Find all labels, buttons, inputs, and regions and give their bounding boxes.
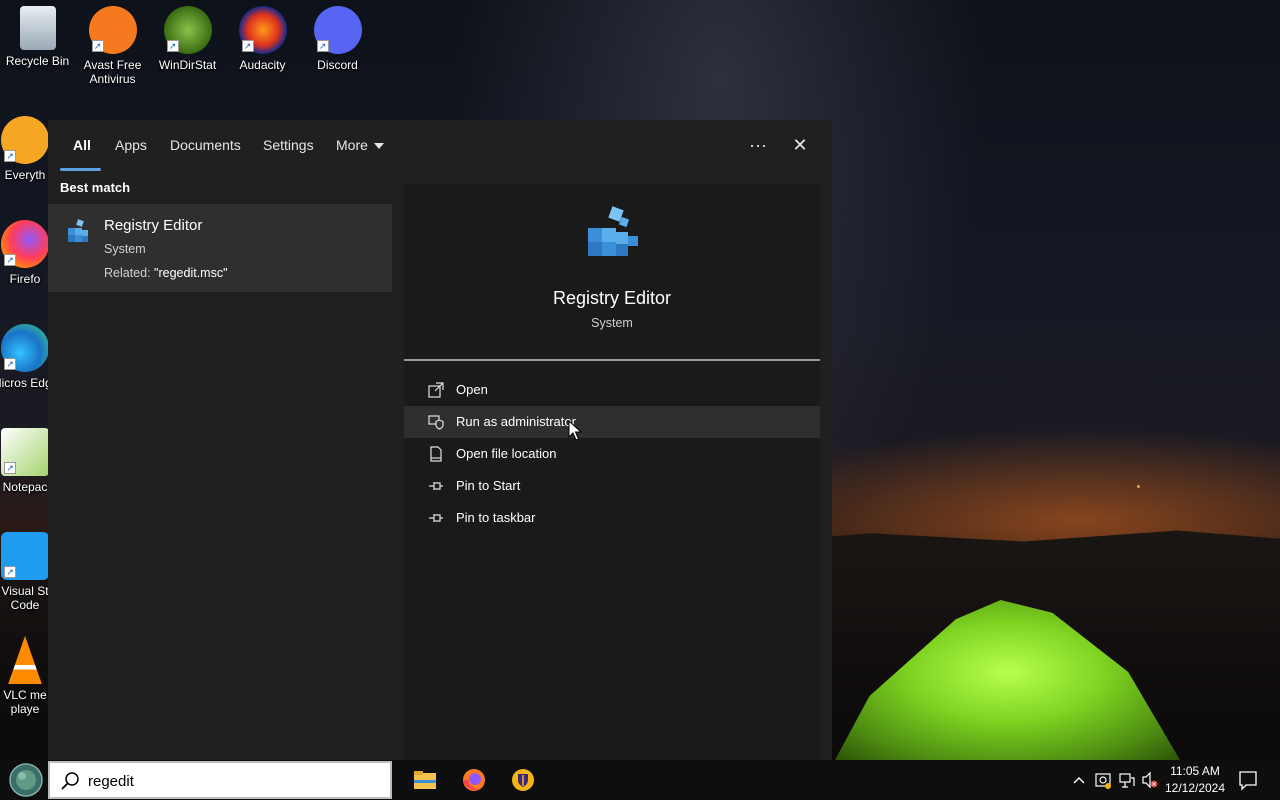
action-label: Open (456, 382, 488, 397)
bitwarden-icon[interactable] (509, 766, 537, 794)
audacity-icon: ↗ (238, 6, 287, 54)
taskbar-search-box[interactable] (48, 761, 392, 799)
desktop-icon-audacity[interactable]: ↗ Audacity (225, 0, 300, 72)
search-input[interactable] (88, 769, 378, 793)
tab-documents[interactable]: Documents (170, 137, 241, 157)
open-icon (428, 382, 444, 398)
desktop-icon-label: Audacity (239, 58, 286, 72)
chevron-up-icon[interactable] (1071, 760, 1087, 800)
network-icon[interactable] (1118, 760, 1136, 800)
everything-icon: ↗ (1, 116, 49, 164)
avast-icon: ↗ (88, 6, 137, 54)
best-match-heading: Best match (60, 180, 131, 195)
edge-icon: ↗ (1, 324, 49, 372)
desktop-icon-windirstat[interactable]: ↗ WinDirStat (150, 0, 225, 72)
tab-apps[interactable]: Apps (115, 137, 147, 157)
shield-icon (428, 415, 444, 430)
tab-more[interactable]: More (336, 137, 384, 157)
mouse-cursor-icon (568, 420, 582, 441)
desktop-icon-label: Firefo (9, 272, 41, 286)
action-label: Pin to taskbar (456, 510, 536, 525)
detail-app-type: System (591, 316, 633, 330)
best-match-item[interactable]: Registry Editor System Related: "regedit… (48, 204, 392, 292)
action-open[interactable]: Open (404, 374, 820, 406)
best-match-type: System (104, 242, 146, 256)
desktop-icon-discord[interactable]: ↗ Discord (300, 0, 375, 72)
firefox-icon[interactable] (460, 766, 488, 794)
start-button[interactable] (6, 762, 46, 798)
clock-date: 12/12/2024 (1164, 781, 1226, 795)
action-open-file-location[interactable]: Open file location (404, 438, 820, 470)
action-pin-to-start[interactable]: Pin to Start (404, 470, 820, 502)
discord-icon: ↗ (313, 6, 362, 54)
tab-all[interactable]: All (73, 137, 91, 157)
best-match-related: Related: "regedit.msc" (104, 266, 228, 280)
desktop-icon-label: VLC me playe (3, 688, 47, 716)
volume-muted-icon[interactable] (1141, 760, 1159, 800)
desktop-icon-label: Visual St Code (1, 584, 49, 612)
detail-app-name: Registry Editor (552, 288, 672, 308)
close-icon: ✕ (792, 135, 808, 155)
action-label: Run as administrator (456, 414, 576, 429)
ellipsis-icon: ··· (749, 135, 767, 155)
notepad-plus-icon: ↗ (1, 428, 49, 476)
desktop-icon-label: Discord (317, 58, 358, 72)
detail-divider (404, 359, 820, 361)
desktop-icon-label: Everyth (4, 168, 46, 182)
taskbar-clock[interactable]: 11:05 AM 12/12/2024 (1160, 763, 1230, 797)
related-prefix: Related: (104, 266, 155, 280)
tab-settings[interactable]: Settings (263, 137, 314, 157)
registry-editor-large-icon (588, 206, 638, 256)
best-match-name: Registry Editor (104, 217, 203, 234)
start-orb-icon (9, 763, 43, 797)
pin-icon (429, 482, 443, 490)
related-value: "regedit.msc" (154, 266, 228, 280)
vscode-icon: ↗ (1, 532, 49, 580)
action-pin-to-taskbar[interactable]: Pin to taskbar (404, 502, 820, 534)
vlc-icon (8, 636, 42, 684)
action-run-as-administrator[interactable]: Run as administrator (404, 406, 820, 438)
action-label: Pin to Start (456, 478, 521, 493)
search-icon (61, 772, 79, 790)
recycle-bin-icon (19, 6, 56, 50)
results-list: Best match Registry Editor System Relate… (48, 172, 392, 760)
desktop-icon-recycle-bin[interactable]: Recycle Bin (0, 0, 75, 68)
caret-down-icon (373, 143, 384, 150)
desktop-icon-avast[interactable]: ↗ Avast Free Antivirus (75, 0, 150, 86)
wallpaper-star (1137, 485, 1140, 488)
file-location-icon (430, 446, 442, 462)
action-label: Open file location (456, 446, 557, 461)
taskbar: 11:05 AM 12/12/2024 (0, 760, 1280, 800)
file-explorer-icon[interactable] (411, 766, 439, 794)
search-panel: All Apps Documents Settings More ··· ✕ B… (48, 120, 832, 760)
search-tabs: All Apps Documents Settings More ··· ✕ (48, 120, 832, 172)
detail-pane: Registry Editor System Open Run as admin… (404, 184, 820, 760)
close-button[interactable]: ✕ (784, 132, 816, 158)
notification-icon[interactable] (1238, 760, 1258, 800)
pin-icon (429, 514, 443, 522)
registry-editor-icon (68, 219, 88, 242)
desktop-icon-label: Avast Free Antivirus (83, 58, 142, 86)
clock-time: 11:05 AM (1170, 764, 1220, 778)
windirstat-icon: ↗ (163, 6, 212, 54)
desktop-icon-label: Recycle Bin (5, 54, 70, 68)
tab-more-label: More (336, 137, 368, 153)
desktop-icon-label: Notepac (2, 480, 48, 494)
active-tab-indicator (60, 168, 101, 171)
defender-icon[interactable] (1094, 760, 1112, 800)
desktop-icon-label: WinDirStat (158, 58, 217, 72)
more-options-button[interactable]: ··· (742, 132, 774, 158)
firefox-icon: ↗ (1, 220, 49, 268)
